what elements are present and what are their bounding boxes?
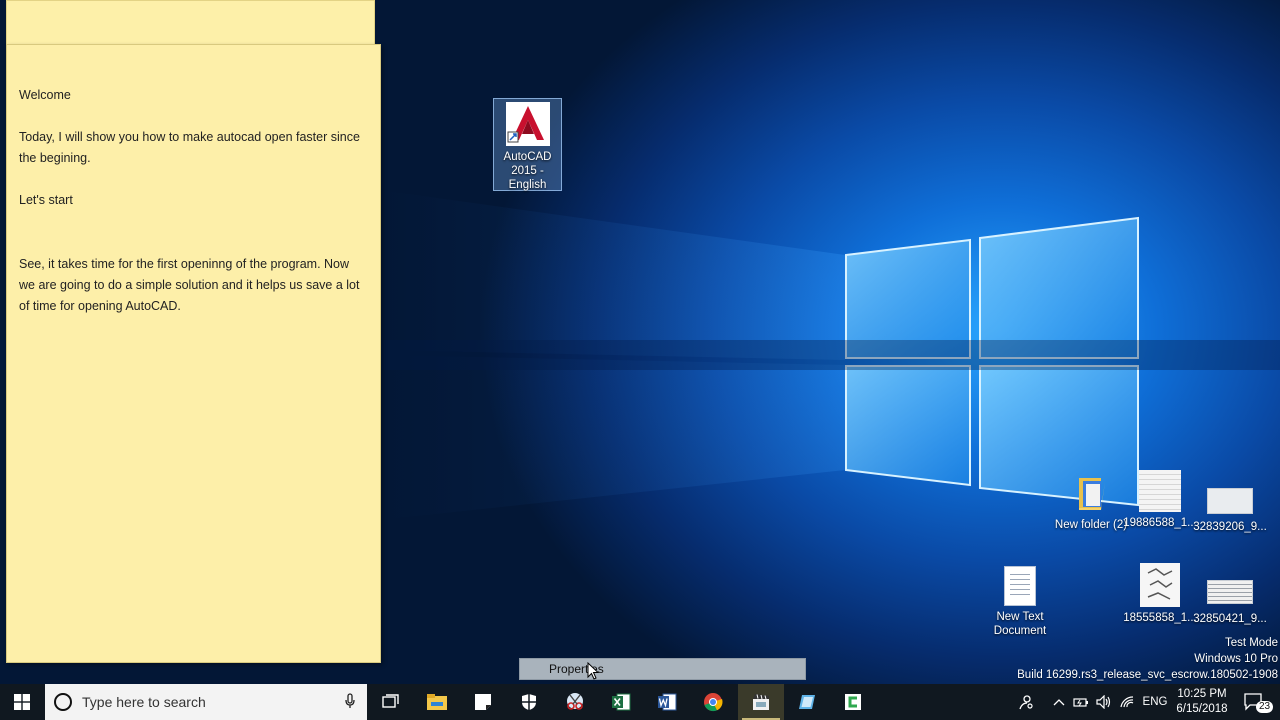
video-editor-button[interactable] [738, 684, 784, 720]
sticky-note[interactable]: Welcome Today, I will show you how to ma… [6, 44, 381, 663]
file-explorer-icon [427, 694, 447, 710]
sticky-line-start: Let's start [19, 193, 73, 207]
speaker-icon [1096, 695, 1111, 709]
desktop-icon-label: New Text Document [993, 611, 1047, 637]
chrome-icon [704, 693, 723, 712]
properties-menu-item[interactable]: Properties [519, 658, 806, 680]
sticky-note-back[interactable] [6, 0, 375, 46]
search-placeholder: Type here to search [82, 694, 206, 710]
desktop-icon-file2[interactable]: 32839206_9... [1193, 478, 1267, 534]
autocad-icon [505, 102, 550, 146]
clapperboard-icon [753, 694, 769, 710]
sticky-notes-icon [475, 694, 491, 710]
people-button[interactable] [1014, 684, 1038, 720]
network-button[interactable] [1117, 684, 1137, 720]
chrome-button[interactable] [690, 684, 736, 720]
desktop-icon-new-text-document[interactable]: New Text Document [983, 566, 1057, 638]
sticky-line-explain: See, it takes time for the first openinn… [19, 257, 360, 313]
text-document-icon [1004, 566, 1036, 606]
folder-icon [1075, 476, 1107, 512]
desktop-icon-file4[interactable]: 32850421_9... [1193, 572, 1267, 626]
show-hidden-icons-button[interactable] [1050, 684, 1068, 720]
desktop-icon-label: New folder (2) [1054, 519, 1128, 531]
task-view-icon [382, 694, 399, 708]
chevron-up-icon [1053, 699, 1065, 706]
shield-icon [522, 694, 536, 710]
snipping-tool-button[interactable] [552, 684, 598, 720]
excel-icon [612, 693, 631, 711]
image-thumbnail-icon [1139, 470, 1181, 512]
image-thumbnail-icon [1207, 488, 1253, 514]
people-icon [1019, 695, 1033, 710]
mouse-cursor-icon [587, 661, 600, 686]
build-watermark: Build 16299.rs3_release_svc_escrow.18050… [1017, 669, 1278, 681]
battery-icon [1073, 698, 1088, 707]
clock-time: 10:25 PM [1177, 688, 1227, 700]
desktop-icon-file3[interactable]: 18555858_1... [1123, 563, 1197, 625]
volume-button[interactable] [1094, 684, 1114, 720]
sticky-line-intro: Today, I will show you how to make autoc… [19, 130, 360, 165]
microphone-icon[interactable] [345, 693, 355, 714]
desktop-icon-label: 19886588_1... [1123, 517, 1197, 529]
desktop-icon-new-folder[interactable]: New folder (2) [1054, 474, 1128, 532]
windows-defender-button[interactable] [506, 684, 552, 720]
desktop-icon-label: 18555858_1... [1123, 612, 1197, 624]
cortana-icon [54, 693, 72, 711]
desktop-icon-label: AutoCAD 2015 - English [503, 151, 552, 191]
word-icon [658, 693, 677, 711]
language-button[interactable]: ENG [1140, 684, 1170, 720]
sticky-note-body[interactable]: Welcome Today, I will show you how to ma… [7, 45, 380, 317]
desktop-icon-label: 32839206_9... [1193, 521, 1267, 533]
windows-start-icon [14, 694, 30, 710]
sticky-line-welcome: Welcome [19, 88, 71, 102]
task-view-button[interactable] [368, 684, 414, 720]
excel-button[interactable] [598, 684, 644, 720]
word-button[interactable] [644, 684, 690, 720]
camtasia-button[interactable] [830, 684, 876, 720]
battery-button[interactable] [1071, 684, 1091, 720]
desktop-icon-autocad[interactable]: AutoCAD 2015 - English [493, 98, 562, 191]
snipping-tool-icon [567, 693, 583, 710]
wifi-icon [1120, 696, 1134, 708]
language-label: ENG [1142, 696, 1168, 708]
notification-count-badge: 23 [1256, 701, 1274, 713]
action-center-button[interactable]: 23 [1238, 684, 1274, 720]
taskbar: Type here to search ENG 10:25 PM 6/15/20… [0, 684, 1280, 720]
start-button[interactable] [0, 684, 44, 720]
camtasia-icon [845, 694, 861, 710]
clock-date: 6/15/2018 [1176, 703, 1228, 715]
desktop-icon-file1[interactable]: 19886588_1... [1123, 470, 1197, 530]
edition-watermark: Windows 10 Pro [1194, 653, 1278, 665]
image-thumbnail-icon [1140, 563, 1180, 607]
file-explorer-button[interactable] [414, 684, 460, 720]
search-box[interactable]: Type here to search [45, 684, 367, 720]
test-mode-watermark: Test Mode [1224, 637, 1278, 649]
desktop-icon-label: 32850421_9... [1193, 613, 1267, 625]
app-button-blue[interactable] [784, 684, 830, 720]
clock[interactable]: 10:25 PM 6/15/2018 [1170, 687, 1234, 717]
sticky-notes-button[interactable] [460, 684, 506, 720]
document-editor-icon [799, 695, 815, 709]
image-thumbnail-icon [1207, 580, 1253, 604]
